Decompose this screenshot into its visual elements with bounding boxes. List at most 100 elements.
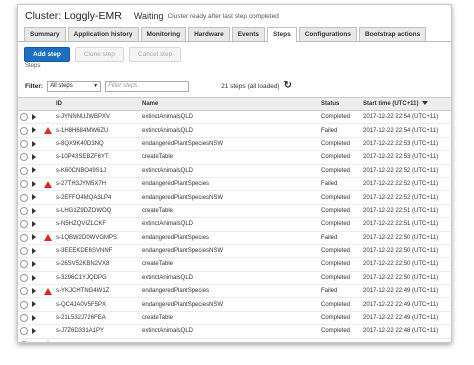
step-start-time: 2017-12-22 22:50 (UTC+11)	[361, 231, 451, 245]
expand-row-icon[interactable]	[32, 207, 36, 214]
table-row[interactable]: s-1QBW2D0WVGMPS endangeredPlantSpecies Fai…	[18, 231, 451, 245]
expand-row-icon[interactable]	[32, 154, 36, 161]
row-select-radio[interactable]	[20, 139, 28, 148]
step-id: s-8QX9K40D3NQ	[54, 137, 140, 152]
expand-row-icon[interactable]	[32, 127, 36, 134]
row-select-radio[interactable]	[20, 166, 28, 175]
expand-row-icon[interactable]	[32, 247, 36, 254]
filter-select[interactable]: All steps ▼	[47, 80, 102, 92]
refresh-icon[interactable]: ↻	[284, 81, 292, 91]
row-select-radio[interactable]	[20, 220, 28, 229]
expand-row-icon[interactable]	[32, 167, 36, 174]
cancel-step-button[interactable]: Cancel step	[128, 46, 182, 62]
row-select-radio[interactable]	[20, 300, 28, 309]
table-row[interactable]: s-10P43SEBZF6YT createTable Completed 2017-…	[18, 150, 451, 165]
expand-row-icon[interactable]	[32, 221, 36, 228]
table-row[interactable]: s-8QX9K40D3NQ endangeredPlantSpeciesNSW Co…	[18, 137, 451, 152]
expand-row-icon[interactable]	[32, 261, 36, 268]
table-row[interactable]: s-21L532J726FEA createTable Completed 2017-…	[18, 311, 451, 326]
expand-row-icon[interactable]	[32, 287, 36, 294]
step-status: Completed	[319, 257, 361, 272]
step-start-time: 2017-12-22 22:49 (UTC+11)	[361, 284, 451, 299]
column-header-start-time[interactable]: Start time (UTC+11)	[361, 97, 451, 111]
tab-summary[interactable]: Summary	[24, 27, 66, 41]
table-row[interactable]: s-K60CNBO49S1J extinctAnimalsQLD Completed…	[18, 164, 451, 178]
filter-input[interactable]: Filter steps	[105, 80, 190, 92]
expand-row-icon[interactable]	[32, 301, 36, 308]
expand-row-icon[interactable]	[32, 140, 36, 147]
row-select-radio[interactable]	[20, 287, 28, 296]
row-select-radio[interactable]	[20, 206, 28, 215]
expand-row-icon[interactable]	[32, 314, 36, 321]
step-start-time: 2017-12-22 22:49 (UTC+11)	[361, 311, 451, 326]
step-name: endangeredPlantSpecies	[140, 284, 319, 299]
clone-step-button[interactable]: Clone step	[74, 46, 124, 62]
expand-row-icon[interactable]	[32, 328, 36, 335]
column-header-status[interactable]: Status	[319, 97, 361, 111]
step-name: endangeredPlantSpeciesNSW	[140, 190, 319, 205]
step-name: extinctAnimalsQLD	[140, 324, 319, 339]
table-row[interactable]: s-26SV52KBN2VX8 createTable Completed 2017-…	[18, 257, 451, 272]
tab-steps[interactable]: Steps	[267, 27, 297, 42]
step-name: createTable	[140, 257, 319, 272]
column-header-name[interactable]: Name	[140, 97, 319, 111]
row-select-radio[interactable]	[20, 260, 28, 269]
expand-row-icon[interactable]	[32, 274, 36, 281]
row-select-radio[interactable]	[20, 340, 28, 342]
step-status: Failed	[319, 177, 361, 192]
table-row[interactable]: s-JYNNNUJWBPXV extinctAnimalsQLD Completed…	[18, 110, 451, 125]
table-row[interactable]: s-LHG1Z9DZOWOQ createTable Completed 2017-1…	[18, 204, 451, 219]
step-status: Completed	[319, 150, 361, 165]
step-name: endangeredPlantSpecies	[140, 231, 319, 245]
row-select-radio[interactable]	[20, 153, 28, 162]
step-status: Failed	[319, 338, 361, 342]
tab-bootstrap-actions[interactable]: Bootstrap actions	[358, 27, 427, 41]
table-row[interactable]: s-YKJCHTNG4W1Z endangeredPlantSpecies Fail…	[18, 284, 451, 299]
row-select-radio[interactable]	[20, 273, 28, 282]
row-select-radio[interactable]	[20, 126, 28, 135]
add-step-button[interactable]: Add step	[24, 46, 70, 62]
expand-row-icon[interactable]	[32, 234, 36, 241]
row-select-radio[interactable]	[20, 113, 28, 122]
step-name: extinctAnimalsQLD	[140, 217, 319, 232]
step-start-time: 2017-12-22 22:54 (UTC+11)	[361, 123, 451, 138]
table-row[interactable]: s-1H8H684MW6ZU extinctAnimalsQLD Failed 201…	[18, 123, 451, 138]
table-row[interactable]: s-3EEEKDE6SVNNF endangeredPlantSpeciesNSW…	[18, 244, 451, 259]
tab-monitoring[interactable]: Monitoring	[140, 27, 187, 41]
warning-icon	[44, 127, 52, 135]
row-select-radio[interactable]	[20, 233, 28, 242]
tab-configurations[interactable]: Configurations	[298, 27, 357, 41]
table-row[interactable]: s-28Q81Y5BYT4KendangeredPlantSpeciesFail…	[18, 338, 451, 342]
tab-application-history[interactable]: Application history	[67, 27, 139, 41]
step-start-time: 2017-12-22 22:53 (UTC+11)	[361, 137, 451, 152]
step-name: extinctAnimalsQLD	[140, 123, 319, 138]
expand-row-icon[interactable]	[32, 180, 36, 187]
expand-row-icon[interactable]	[32, 341, 36, 342]
cluster-title: Cluster: Loggly-EMR	[25, 10, 122, 22]
table-row[interactable]: s-J7Z6D331A1PY extinctAnimalsQLD Completed…	[18, 324, 451, 339]
row-select-radio[interactable]	[20, 247, 28, 256]
table-row[interactable]: s-N5HZQVIZLCKF extinctAnimalsQLD Completed…	[18, 217, 451, 232]
cluster-header: Cluster: Loggly-EMR Waiting Cluster read…	[18, 5, 451, 27]
table-row[interactable]: s-3296C1YJQDPG extinctAnimalsQLD Completed…	[18, 271, 451, 286]
filter-bar: Filter: All steps ▼ Filter steps 21 step…	[18, 79, 451, 93]
step-status: Completed	[319, 244, 361, 259]
step-id: s-3EEEKDE6SVNNF	[54, 244, 140, 259]
row-select-radio[interactable]	[20, 180, 28, 189]
table-row[interactable]: s-QC4JA0V5F5PX endangeredPlantSpeciesNSW C…	[18, 297, 451, 312]
table-row[interactable]: s-2EFFO4MQA3LP4 endangeredPlantSpeciesNSW…	[18, 190, 451, 205]
tab-hardware[interactable]: Hardware	[188, 27, 230, 41]
step-id: s-QC4JA0V5F5PX	[54, 297, 140, 312]
step-name: endangeredPlantSpeciesNSW	[140, 297, 319, 312]
row-select-radio[interactable]	[20, 193, 28, 202]
step-status: Completed	[319, 311, 361, 326]
tab-events[interactable]: Events	[231, 27, 266, 41]
warning-icon	[44, 341, 52, 342]
row-select-radio[interactable]	[20, 314, 28, 323]
expand-row-icon[interactable]	[32, 113, 36, 120]
chevron-down-icon: ▼	[93, 82, 99, 89]
row-select-radio[interactable]	[20, 327, 28, 336]
column-header-id[interactable]: ID	[54, 97, 140, 111]
table-row[interactable]: s-27TH3JYM5X7H endangeredPlantSpecies Fail…	[18, 177, 451, 192]
expand-row-icon[interactable]	[32, 194, 36, 201]
